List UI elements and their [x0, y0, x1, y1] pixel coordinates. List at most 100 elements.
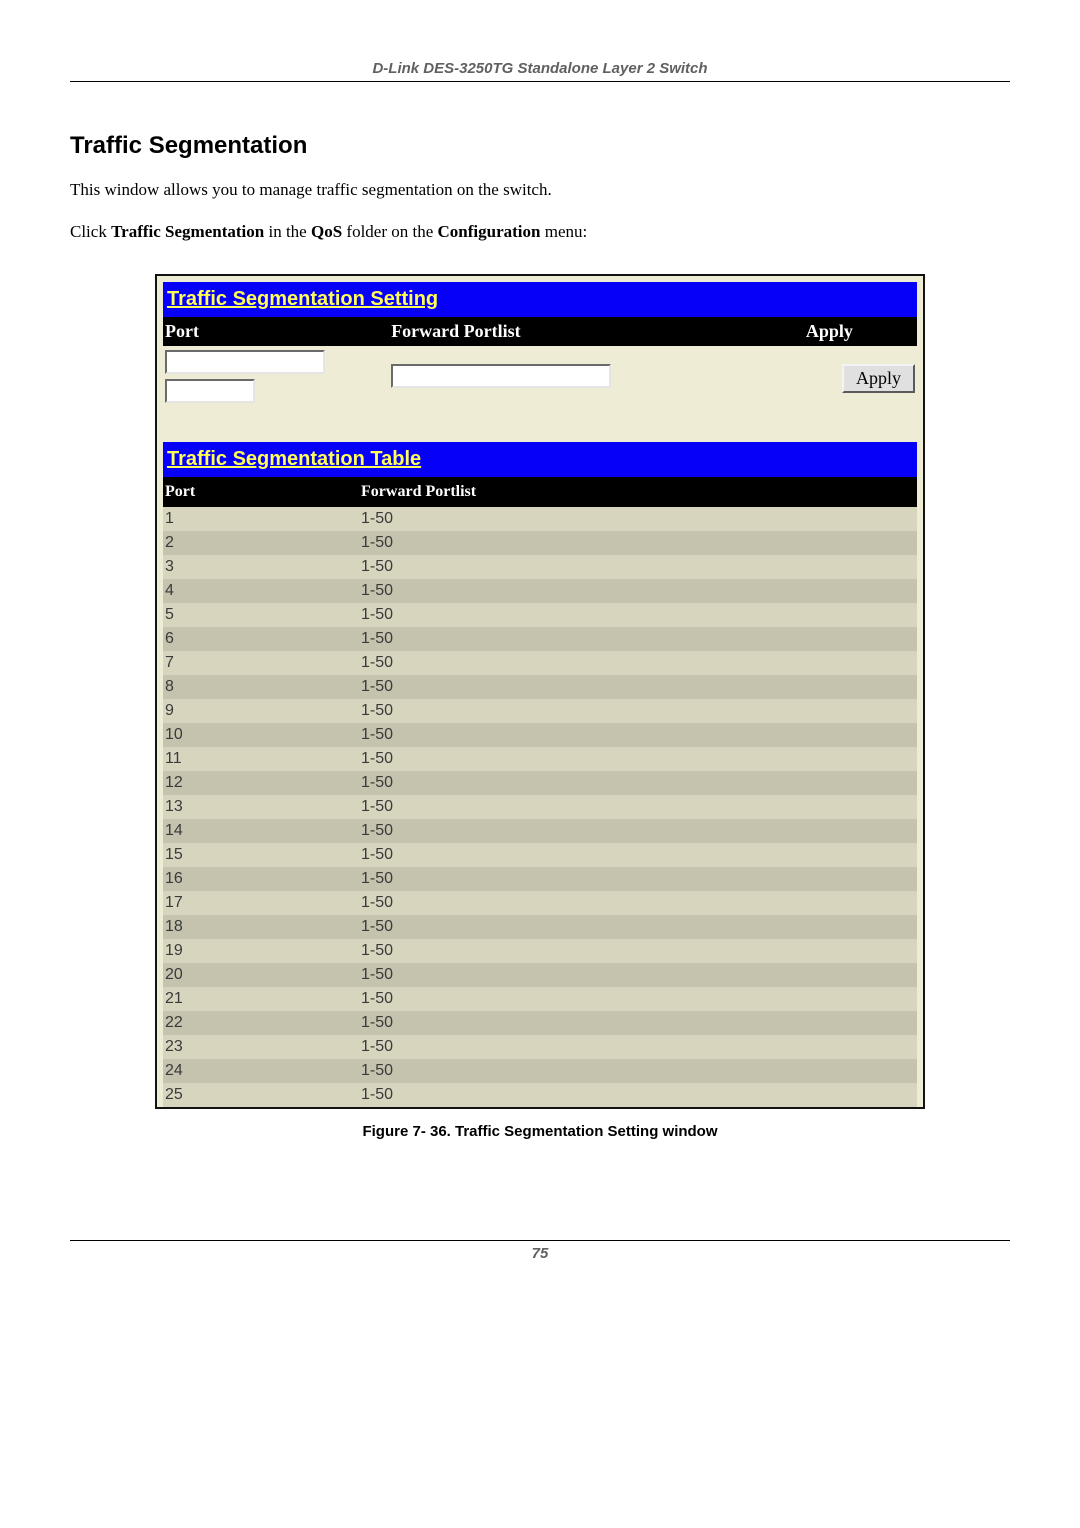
cell-port: 9 [163, 699, 359, 723]
cell-forward-portlist: 1-50 [359, 555, 917, 579]
intro-bold-3: Configuration [438, 222, 541, 241]
cell-port: 2 [163, 531, 359, 555]
table-row: 51-50 [163, 603, 917, 627]
spacer [163, 414, 917, 442]
cell-port: 16 [163, 867, 359, 891]
cell-port: 21 [163, 987, 359, 1011]
table-panel-title: Traffic Segmentation Table [163, 442, 917, 477]
cell-port: 22 [163, 1011, 359, 1035]
cell-port: 14 [163, 819, 359, 843]
cell-port: 6 [163, 627, 359, 651]
setting-input-row: Apply [163, 346, 917, 414]
cell-forward-portlist: 1-50 [359, 1035, 917, 1059]
cell-forward-portlist: 1-50 [359, 603, 917, 627]
cell-port: 10 [163, 723, 359, 747]
table-row: 181-50 [163, 915, 917, 939]
cell-forward-portlist: 1-50 [359, 891, 917, 915]
cell-forward-portlist: 1-50 [359, 651, 917, 675]
cell-forward-portlist: 1-50 [359, 579, 917, 603]
cell-forward-portlist: 1-50 [359, 1083, 917, 1107]
seg-col-port: Port [163, 477, 359, 507]
seg-header-row: Port Forward Portlist [163, 477, 917, 507]
port-from-input[interactable] [165, 350, 325, 374]
table-row: 81-50 [163, 675, 917, 699]
forward-portlist-input[interactable] [391, 364, 611, 388]
cell-port: 12 [163, 771, 359, 795]
table-row: 141-50 [163, 819, 917, 843]
cell-forward-portlist: 1-50 [359, 699, 917, 723]
setting-table: Port Forward Portlist Apply Apply [163, 317, 917, 442]
doc-header: D-Link DES-3250TG Standalone Layer 2 Swi… [70, 60, 1010, 77]
table-row: 71-50 [163, 651, 917, 675]
segmentation-table: Port Forward Portlist 11-5021-5031-5041-… [163, 477, 917, 1107]
table-row: 131-50 [163, 795, 917, 819]
cell-port: 25 [163, 1083, 359, 1107]
table-row: 201-50 [163, 963, 917, 987]
page-number: 75 [70, 1245, 1010, 1262]
cell-forward-portlist: 1-50 [359, 675, 917, 699]
cell-port: 18 [163, 915, 359, 939]
intro-bold-2: QoS [311, 222, 342, 241]
cell-port: 4 [163, 579, 359, 603]
cell-forward-portlist: 1-50 [359, 1011, 917, 1035]
cell-port: 15 [163, 843, 359, 867]
table-row: 171-50 [163, 891, 917, 915]
setting-panel-title: Traffic Segmentation Setting [163, 282, 917, 317]
col-forward: Forward Portlist [389, 317, 804, 346]
table-row: 231-50 [163, 1035, 917, 1059]
table-row: 151-50 [163, 843, 917, 867]
cell-forward-portlist: 1-50 [359, 795, 917, 819]
port-to-input[interactable] [165, 379, 255, 403]
col-port: Port [163, 317, 389, 346]
cell-forward-portlist: 1-50 [359, 843, 917, 867]
table-row: 101-50 [163, 723, 917, 747]
intro-text: folder on the [342, 222, 437, 241]
footer-rule [70, 1240, 1010, 1241]
cell-forward-portlist: 1-50 [359, 819, 917, 843]
table-row: 211-50 [163, 987, 917, 1011]
cell-forward-portlist: 1-50 [359, 723, 917, 747]
intro-line-2: Click Traffic Segmentation in the QoS fo… [70, 220, 1010, 244]
cell-port: 13 [163, 795, 359, 819]
col-apply: Apply [804, 317, 917, 346]
table-row: 191-50 [163, 939, 917, 963]
table-row: 221-50 [163, 1011, 917, 1035]
cell-port: 3 [163, 555, 359, 579]
apply-button[interactable]: Apply [842, 364, 915, 393]
cell-port: 11 [163, 747, 359, 771]
table-row: 31-50 [163, 555, 917, 579]
cell-port: 19 [163, 939, 359, 963]
table-row: 21-50 [163, 531, 917, 555]
figure-caption: Figure 7- 36. Traffic Segmentation Setti… [155, 1123, 925, 1140]
cell-port: 1 [163, 507, 359, 531]
table-row: 41-50 [163, 579, 917, 603]
intro-text: in the [264, 222, 311, 241]
cell-forward-portlist: 1-50 [359, 1059, 917, 1083]
cell-forward-portlist: 1-50 [359, 915, 917, 939]
cell-port: 20 [163, 963, 359, 987]
intro-line-1: This window allows you to manage traffic… [70, 178, 1010, 202]
table-row: 161-50 [163, 867, 917, 891]
table-row: 251-50 [163, 1083, 917, 1107]
cell-forward-portlist: 1-50 [359, 963, 917, 987]
cell-forward-portlist: 1-50 [359, 531, 917, 555]
table-row: 11-50 [163, 507, 917, 531]
table-row: 61-50 [163, 627, 917, 651]
section-heading: Traffic Segmentation [70, 132, 1010, 160]
table-row: 121-50 [163, 771, 917, 795]
table-row: 241-50 [163, 1059, 917, 1083]
cell-port: 7 [163, 651, 359, 675]
cell-port: 23 [163, 1035, 359, 1059]
cell-port: 24 [163, 1059, 359, 1083]
cell-port: 17 [163, 891, 359, 915]
cell-forward-portlist: 1-50 [359, 987, 917, 1011]
cell-forward-portlist: 1-50 [359, 939, 917, 963]
table-row: 91-50 [163, 699, 917, 723]
cell-forward-portlist: 1-50 [359, 747, 917, 771]
seg-col-forward: Forward Portlist [359, 477, 917, 507]
cell-forward-portlist: 1-50 [359, 867, 917, 891]
setting-header-row: Port Forward Portlist Apply [163, 317, 917, 346]
settings-panel: Traffic Segmentation Setting Port Forwar… [155, 274, 925, 1109]
figure-container: Traffic Segmentation Setting Port Forwar… [155, 274, 925, 1140]
cell-forward-portlist: 1-50 [359, 507, 917, 531]
